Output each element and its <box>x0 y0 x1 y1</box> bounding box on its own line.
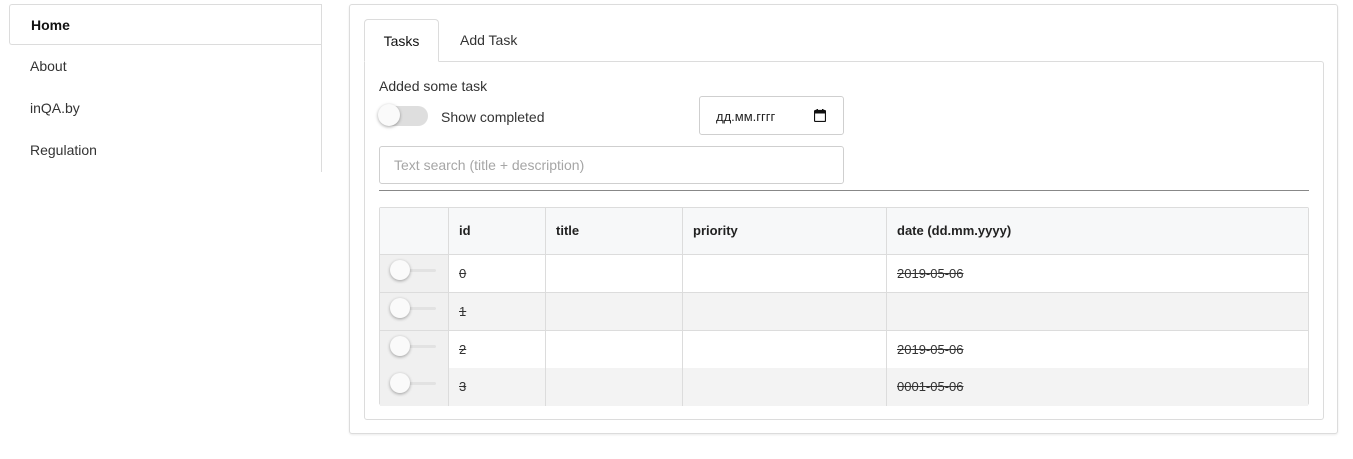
header-title[interactable]: title <box>546 208 683 255</box>
date-filter-input[interactable]: дд.мм.гггг <box>699 96 844 135</box>
tasks-table: id title priority date (dd.mm.yyyy) 0 20… <box>379 207 1309 406</box>
show-completed-toggle[interactable] <box>378 104 428 126</box>
row-complete-toggle[interactable] <box>390 298 436 319</box>
row-complete-toggle[interactable] <box>390 373 436 394</box>
toggle-knob <box>378 104 400 126</box>
cell-id: 3 <box>449 368 546 406</box>
row-complete-toggle[interactable] <box>390 260 436 281</box>
header-select-cell <box>380 208 449 255</box>
sidebar-item-inqa[interactable]: inQA.by <box>9 88 320 129</box>
sidebar-item-home[interactable]: Home <box>9 4 321 45</box>
divider <box>379 190 1309 191</box>
cell-priority <box>683 368 887 406</box>
cell-id: 2 <box>449 331 546 369</box>
cell-id: 0 <box>449 255 546 293</box>
header-id[interactable]: id <box>449 208 546 255</box>
row-select-cell <box>380 293 449 331</box>
date-placeholder: дд.мм.гггг <box>716 109 776 124</box>
cell-date: 0001-05-06 <box>887 368 1308 406</box>
sidebar-nav: Home About inQA.by Regulation <box>9 4 322 172</box>
cell-date: 2019-05-06 <box>887 255 1308 293</box>
cell-priority <box>683 255 887 293</box>
show-completed-label: Show completed <box>441 109 545 125</box>
cell-title <box>546 255 683 293</box>
row-select-cell <box>380 331 449 369</box>
status-message: Added some task <box>379 78 488 94</box>
row-select-cell <box>380 368 449 406</box>
row-complete-toggle[interactable] <box>390 336 436 357</box>
cell-title <box>546 293 683 331</box>
cell-priority <box>683 331 887 369</box>
row-select-cell <box>380 255 449 293</box>
sidebar-item-about[interactable]: About <box>9 46 320 87</box>
cell-id: 1 <box>449 293 546 331</box>
tab-add-task[interactable]: Add Task <box>460 19 517 62</box>
cell-priority <box>683 293 887 331</box>
calendar-icon[interactable] <box>814 109 826 122</box>
search-input[interactable] <box>379 146 844 184</box>
cell-title <box>546 368 683 406</box>
tab-tasks[interactable]: Tasks <box>364 19 439 62</box>
cell-title <box>546 331 683 369</box>
header-date[interactable]: date (dd.mm.yyyy) <box>887 208 1308 255</box>
cell-date <box>887 293 1308 331</box>
sidebar-item-regulation[interactable]: Regulation <box>9 130 320 171</box>
header-priority[interactable]: priority <box>683 208 887 255</box>
cell-date: 2019-05-06 <box>887 331 1308 369</box>
